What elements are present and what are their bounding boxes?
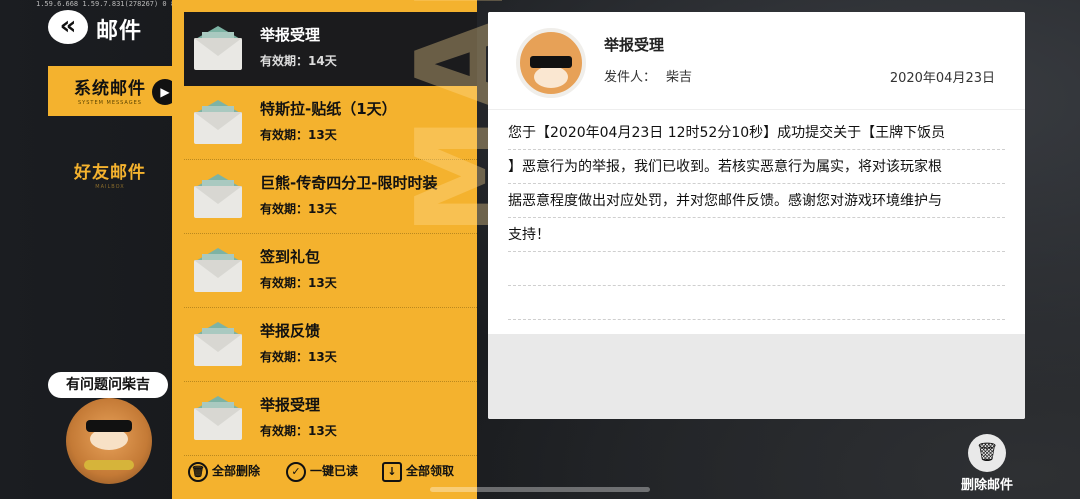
tab-system-mail[interactable]: 系统邮件 SYSTEM MESSAGES ▶: [48, 66, 178, 116]
mail-list-item[interactable]: 签到礼包 有效期：13天: [184, 234, 477, 308]
mail-expiry: 有效期：13天: [260, 350, 337, 364]
mail-body: 您于【2020年04月23日 12时52分10秒】成功提交关于【王牌下饭员 】恶…: [508, 116, 1005, 320]
mail-expiry: 有效期：13天: [260, 202, 337, 216]
envelope-icon: [194, 174, 242, 218]
envelope-icon: [194, 396, 242, 440]
mail-list-item[interactable]: 举报受理 有效期：14天: [184, 12, 477, 86]
claim-all-button[interactable]: ↓ 全部领取: [382, 458, 454, 484]
mail-list-item[interactable]: 巨熊-传奇四分卫-限时时装 有效期：13天: [184, 160, 477, 234]
mail-detail-footer: [488, 334, 1025, 419]
mail-body-line: 支持！: [508, 218, 1005, 252]
envelope-icon: [194, 322, 242, 366]
mail-detail-header: 举报受理 发件人： 柴吉 2020年04月23日: [488, 12, 1025, 110]
delete-all-button[interactable]: 🗑 全部删除: [188, 458, 260, 484]
delete-mail-label: 删除邮件: [960, 478, 1013, 493]
mail-list-item[interactable]: 举报反馈 有效期：13天: [184, 308, 477, 382]
tab-sublabel: MAILBOX: [95, 184, 125, 190]
download-box-icon: ↓: [382, 461, 402, 482]
mail-body-line: [508, 286, 1005, 320]
mail-expiry: 有效期：13天: [260, 424, 337, 438]
back-button[interactable]: «: [48, 10, 88, 44]
mail-body-line: 您于【2020年04月23日 12时52分10秒】成功提交关于【王牌下饭员: [508, 116, 1005, 150]
sender-label: 发件人：: [604, 70, 657, 85]
trash-icon: 🗑: [188, 461, 208, 482]
mail-title: 举报受理: [260, 26, 321, 44]
mail-title: 巨熊-传奇四分卫-限时时装: [260, 174, 438, 192]
mail-title: 签到礼包: [260, 248, 321, 266]
envelope-icon: [194, 248, 242, 292]
mail-list-item[interactable]: 举报受理 有效期：13天: [184, 382, 477, 456]
mail-title: 特斯拉-贴纸（1天）: [260, 100, 397, 118]
mail-expiry: 有效期：13天: [260, 128, 337, 142]
mark-all-read-button[interactable]: ✓ 一键已读: [286, 458, 358, 484]
trash-icon: 🗑: [968, 434, 1006, 472]
home-indicator: [430, 487, 650, 492]
mail-detail-title: 举报受理: [604, 36, 665, 54]
sender-avatar: [516, 28, 586, 98]
sender-name: 柴吉: [666, 70, 693, 85]
tab-friend-mail[interactable]: 好友邮件 MAILBOX: [48, 150, 172, 200]
mail-date: 2020年04月23日: [889, 71, 995, 86]
envelope-icon: [194, 26, 242, 70]
page-title: 邮件: [96, 19, 143, 44]
tab-sublabel: SYSTEM MESSAGES: [78, 100, 142, 106]
check-circle-icon: ✓: [286, 461, 306, 482]
help-bubble[interactable]: 有问题问柴吉: [48, 372, 168, 398]
mascot-dog-avatar[interactable]: [66, 398, 152, 484]
delete-mail-button[interactable]: 🗑 删除邮件: [952, 434, 1022, 494]
mail-title: 举报受理: [260, 396, 321, 414]
mail-body-line: [508, 252, 1005, 286]
mail-expiry: 有效期：13天: [260, 276, 337, 290]
mail-list-panel: 举报受理 有效期：14天 特斯拉-贴纸（1天） 有效期：13天 巨熊-传奇四分卫…: [172, 0, 477, 499]
double-chevron-left-icon: «: [59, 11, 77, 41]
mail-list-item[interactable]: 特斯拉-贴纸（1天） 有效期：13天: [184, 86, 477, 160]
mail-body-line: 】恶意行为的举报，我们已收到。若核实恶意行为属实，将对该玩家根: [508, 150, 1005, 184]
mail-title: 举报反馈: [260, 322, 321, 340]
mail-detail-panel: 举报受理 发件人： 柴吉 2020年04月23日 您于【2020年04月23日 …: [488, 12, 1025, 419]
mail-body-line: 据恶意程度做出对应处罚，并对您邮件反馈。感谢您对游戏环境维护与: [508, 184, 1005, 218]
envelope-icon: [194, 100, 242, 144]
tab-label: 好友邮件: [74, 163, 146, 183]
mail-expiry: 有效期：14天: [260, 54, 337, 68]
